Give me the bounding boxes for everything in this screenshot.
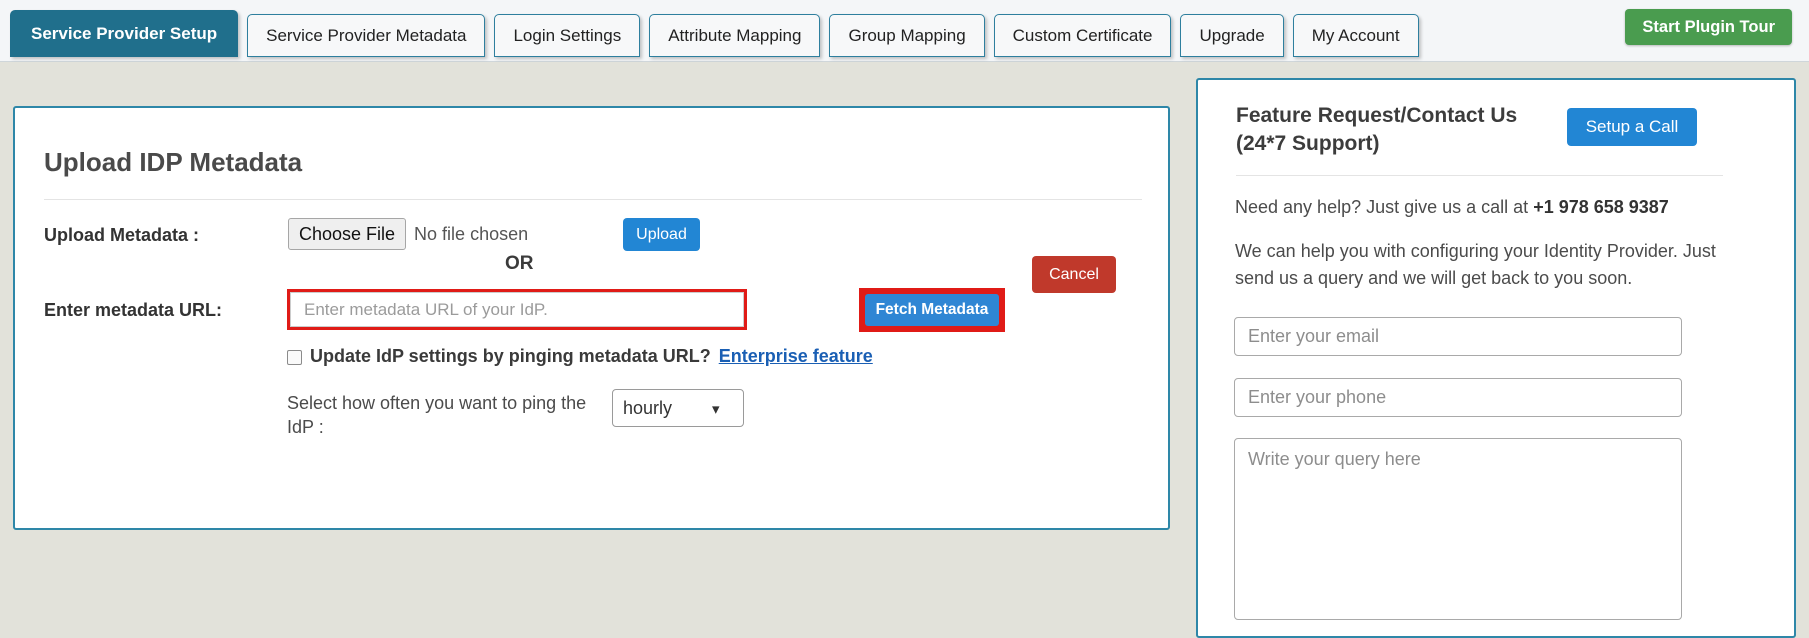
tab-my-account[interactable]: My Account	[1292, 14, 1419, 57]
contact-panel-title: Feature Request/Contact Us (24*7 Support…	[1236, 104, 1518, 156]
tab-login-settings[interactable]: Login Settings	[494, 14, 641, 57]
upload-button[interactable]: Upload	[623, 218, 700, 251]
tab-attribute-mapping[interactable]: Attribute Mapping	[649, 14, 821, 57]
phone-field[interactable]	[1234, 378, 1682, 417]
upload-metadata-label: Upload Metadata :	[44, 225, 200, 245]
panel-divider	[1236, 175, 1723, 176]
help-phone-line: Need any help? Just give us a call at +1…	[1235, 197, 1669, 218]
enterprise-feature-link[interactable]: Enterprise feature	[719, 346, 873, 367]
ping-metadata-checkbox[interactable]	[287, 350, 302, 365]
tab-bar: Service Provider Setup Service Provider M…	[0, 0, 1809, 62]
fetch-metadata-button[interactable]: Fetch Metadata	[865, 294, 999, 326]
card-divider	[44, 199, 1142, 200]
tab-group-mapping[interactable]: Group Mapping	[829, 14, 985, 57]
setup-a-call-button[interactable]: Setup a Call	[1567, 108, 1697, 146]
contact-us-panel: Feature Request/Contact Us (24*7 Support…	[1196, 78, 1796, 638]
metadata-url-input[interactable]	[290, 292, 744, 327]
tab-service-provider-metadata[interactable]: Service Provider Metadata	[247, 14, 486, 57]
tab-upgrade[interactable]: Upgrade	[1180, 14, 1284, 57]
cancel-button[interactable]: Cancel	[1032, 256, 1116, 293]
tab-service-provider-setup[interactable]: Service Provider Setup	[10, 10, 239, 57]
page-title: Upload IDP Metadata	[44, 147, 303, 177]
ping-frequency-select[interactable]: hourly	[612, 389, 744, 427]
tab-custom-certificate[interactable]: Custom Certificate	[993, 14, 1172, 57]
query-textarea[interactable]	[1234, 438, 1682, 620]
panel-description: We can help you with configuring your Id…	[1235, 241, 1716, 288]
metadata-url-highlight	[287, 289, 747, 330]
email-field[interactable]	[1234, 317, 1682, 356]
file-picker[interactable]: Choose File No file chosen	[288, 218, 528, 250]
choose-file-button[interactable]: Choose File	[288, 218, 407, 250]
file-name-label: No file chosen	[414, 223, 529, 244]
start-plugin-tour-button[interactable]: Start Plugin Tour	[1625, 9, 1792, 45]
tab-list: Service Provider Setup Service Provider M…	[10, 10, 1419, 57]
help-phone-prefix: Need any help? Just give us a call at	[1235, 197, 1534, 217]
or-separator: OR	[505, 253, 534, 274]
upload-idp-metadata-card: Upload IDP Metadata Cancel Upload Metada…	[13, 106, 1170, 530]
ping-metadata-label: Update IdP settings by pinging metadata …	[310, 346, 711, 366]
ping-frequency-label: Select how often you want to ping the Id…	[287, 393, 587, 438]
metadata-url-label: Enter metadata URL:	[44, 300, 223, 320]
fetch-metadata-highlight: Fetch Metadata	[859, 288, 1005, 332]
support-phone-number: +1 978 658 9387	[1533, 197, 1669, 217]
ping-option-row: Update IdP settings by pinging metadata …	[287, 346, 873, 367]
